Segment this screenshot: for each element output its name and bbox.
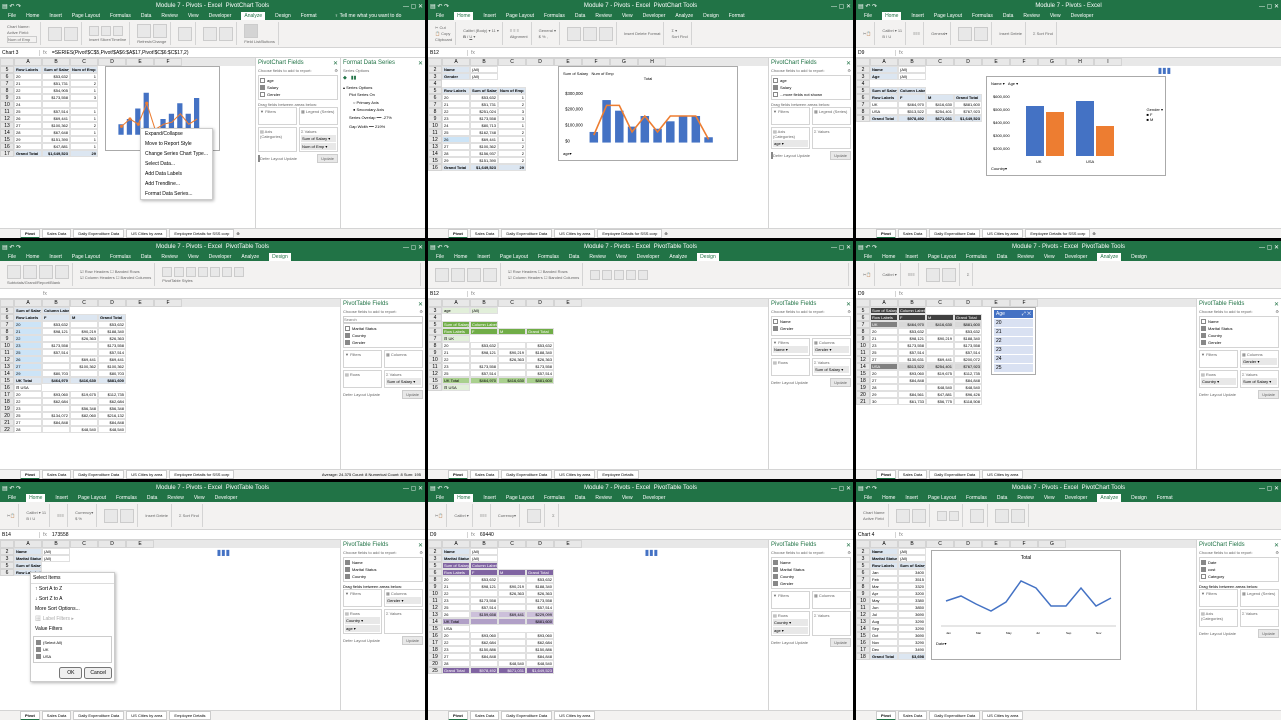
worksheet[interactable]: ABCDE 3age(All) 4 5Sum of SalaryColumn L…	[428, 299, 768, 469]
worksheet[interactable]: ABCDE 2Name(All) 3Marital Status(All) 5S…	[428, 540, 768, 710]
svg-text:Nov: Nov	[1096, 631, 1102, 635]
excel-window-6: ▤ ↶ ↷Module 7 - Pivots - Excel PivotTabl…	[856, 241, 1281, 479]
ribbon[interactable]: ✂📋Calibri ▾ 11B I U ≡≡≡General▾ Insert D…	[856, 20, 1281, 48]
pivotchart-fields-panel[interactable]: PivotChart Fields✕ Choose fields to add …	[255, 58, 340, 228]
window-buttons[interactable]: — ▢ ✕	[403, 3, 423, 10]
svg-text:$200,000: $200,000	[565, 107, 583, 112]
excel-window-4: ▤ ↶ ↷Module 7 - Pivots - Excel PivotTabl…	[0, 241, 425, 479]
worksheet[interactable]: ABCDE 2Name(All) 3Marital Status(All) 5S…	[0, 540, 340, 710]
svg-text:$0: $0	[565, 139, 570, 144]
svg-text:$100,000: $100,000	[565, 123, 583, 128]
svg-text:USA: USA	[1086, 159, 1095, 164]
ribbon[interactable]: ✂ Cut📋 CopyClipboard Calibri (Body) ▾ 11…	[428, 20, 853, 48]
quick-access[interactable]: ▤ ↶ ↷	[2, 3, 21, 10]
ribbon-tabs[interactable]: FileHomeInsertPage LayoutFormulasDataRev…	[856, 12, 1281, 20]
ribbon[interactable]: Subtotals/Grand/Report/Blank ☑ Row Heade…	[0, 261, 425, 289]
svg-text:Jul: Jul	[1036, 631, 1040, 635]
svg-text:$200,000: $200,000	[993, 146, 1010, 151]
ok-button[interactable]: OK	[59, 667, 82, 679]
sheet-tabs[interactable]: PivotSales DataDaily Expenditure DataUS …	[428, 228, 853, 238]
pivot-line-chart[interactable]: Total JanMarMayJulSepNov Date▾	[931, 550, 1121, 660]
pivotchart-icon: ▮▮▮	[217, 548, 230, 557]
svg-text:UK: UK	[1036, 159, 1042, 164]
cancel-button[interactable]: Cancel	[84, 667, 112, 679]
pivottable-fields-panel[interactable]: PivotTable Fields✕ Choose fields to add …	[340, 299, 425, 469]
ribbon-tabs[interactable]: FileHomeInsertPage LayoutFormulasDataRev…	[428, 12, 853, 20]
ribbon-tabs[interactable]: FileHomeInsertPage LayoutFormulasDataRev…	[0, 12, 425, 20]
worksheet[interactable]: ABCDEF 5Sum of SalaryColumn Labels 6Row …	[856, 299, 1196, 469]
pivot-chart[interactable]: Sum of Salary Num of Emp Total $300,000$…	[558, 66, 738, 161]
pivotchart-fields-panel[interactable]: PivotChart Fields✕ Choose fields to add …	[768, 58, 853, 228]
excel-window-2: ▤ ↶ ↷Module 7 - Pivots - Excel PivotChar…	[428, 0, 853, 238]
gear-icon: ⚙	[334, 68, 338, 73]
svg-text:$500,000: $500,000	[993, 107, 1010, 112]
svg-text:Jan: Jan	[946, 631, 951, 635]
excel-window-3: ▤ ↶ ↷Module 7 - Pivots - Excel— ▢ ✕ File…	[856, 0, 1281, 238]
format-data-series-panel[interactable]: Format Data Series✕ Series Options ◆▮▮ ▴…	[340, 58, 425, 228]
svg-text:Mar: Mar	[976, 631, 981, 635]
pivot-chart[interactable]: Name ▾ Age ▾ $600,000$500,000 $400,000$3…	[986, 76, 1166, 176]
excel-window-5: ▤ ↶ ↷Module 7 - Pivots - Excel PivotTabl…	[428, 241, 853, 479]
close-icon: ✕	[333, 60, 338, 67]
pivotchart-icon: ▮▮▮	[645, 548, 658, 557]
worksheet[interactable]: ABCDEFGH 2Name(All) 3Gender(All) 4 5Row …	[428, 58, 768, 228]
svg-text:Sep: Sep	[1066, 631, 1072, 635]
sheet-tabs[interactable]: PivotSales DataDaily Expenditure DataUS …	[856, 228, 1281, 238]
excel-window-8: ▤ ↶ ↷Module 7 - Pivots - Excel PivotTabl…	[428, 482, 853, 720]
svg-text:$300,000: $300,000	[993, 133, 1010, 138]
svg-text:$600,000: $600,000	[993, 94, 1010, 99]
excel-window-1: ▤ ↶ ↷ Module 7 - Pivots - Excel PivotCha…	[0, 0, 425, 238]
ribbon[interactable]: Chart Name:Active Field:Num of Emp Inser…	[0, 20, 425, 48]
filter-dropdown[interactable]: Select Items ↑ Sort A to Z ↓ Sort Z to A…	[30, 572, 115, 682]
formula-bar[interactable]: Chart 3 fx =SERIES(Pivot!$C$5,Pivot!$A$6…	[0, 48, 425, 58]
formula-bar[interactable]: B12fx	[428, 48, 853, 58]
excel-window-9: ▤ ↶ ↷Module 7 - Pivots - Excel PivotChar…	[856, 482, 1281, 720]
title-bar: ▤ ↶ ↷ Module 7 - Pivots - Excel PivotCha…	[0, 0, 425, 12]
worksheet[interactable]: ABCDEFGHI 2Name(All) 3Age(All) 4 5Sum of…	[856, 58, 1281, 228]
sheet-tabs[interactable]: PivotSales DataDaily Expenditure DataUS …	[0, 228, 425, 238]
worksheet[interactable]: ABCDEF 5Row LabelsSum of SalaryNum of Em…	[0, 58, 255, 228]
worksheet[interactable]: ABCDEFG 2Name(All) 3Marital Status(All) …	[856, 540, 1196, 710]
svg-text:$400,000: $400,000	[993, 120, 1010, 125]
age-slicer[interactable]: Age⤢ ✕ 20 21 22 23 24 25	[991, 307, 1036, 375]
svg-text:May: May	[1006, 631, 1012, 635]
excel-window-7: ▤ ↶ ↷Module 7 - Pivots - Excel PivotTabl…	[0, 482, 425, 720]
svg-text:$300,000: $300,000	[565, 91, 583, 96]
close-icon: ✕	[418, 60, 423, 67]
context-menu[interactable]: Expand/Collapse Move to Report Style Cha…	[140, 128, 213, 200]
worksheet[interactable]: ABCDEF 5Sum of SalaryColumn Labels 6Row …	[0, 299, 340, 469]
pivotchart-icon: ▮▮▮	[1158, 66, 1171, 75]
